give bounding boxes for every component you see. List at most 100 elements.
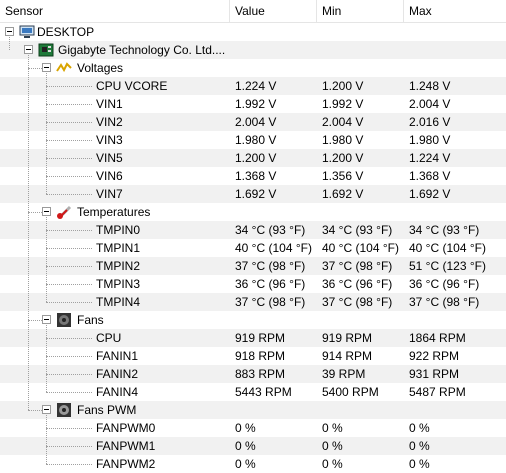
sensor-label: FANPWM0 [96, 421, 156, 435]
column-header-value[interactable]: Value [230, 0, 317, 22]
cell-min: 1.200 V [322, 79, 364, 93]
group-label: Fans [77, 313, 104, 327]
sensor-label: TMPIN2 [96, 259, 141, 273]
cell-max: 2.004 V [409, 97, 451, 111]
cell-min: 0 % [322, 457, 343, 471]
cell-min: 0 % [322, 421, 343, 435]
cell-max: 2.016 V [409, 115, 451, 129]
fan-pwm-icon [56, 403, 72, 417]
sensor-label: FANIN2 [96, 367, 139, 381]
voltage-icon [56, 61, 72, 75]
cell-value: 1.368 V [235, 169, 277, 183]
tree-guide-line [46, 392, 92, 393]
cell-max: 1.692 V [409, 187, 451, 201]
cell-max: 51 °C (123 °F) [409, 259, 486, 273]
tree-guide-line [28, 320, 42, 321]
cell-value: 5443 RPM [235, 385, 292, 399]
cell-value: 37 °C (98 °F) [235, 259, 306, 273]
cell-min: 1.356 V [322, 169, 364, 183]
cell-max: 922 RPM [409, 349, 460, 363]
tree-node-desktop[interactable]: DESKTOP [0, 23, 506, 41]
collapse-toggle-icon[interactable] [5, 27, 14, 36]
sensor-label: VIN5 [96, 151, 123, 165]
cell-max: 36 °C (96 °F) [409, 277, 480, 291]
collapse-toggle-icon[interactable] [42, 405, 51, 414]
cell-min: 36 °C (96 °F) [322, 277, 393, 291]
sensor-label: VIN3 [96, 133, 123, 147]
sensor-label: TMPIN4 [96, 295, 141, 309]
sensor-label: FANPWM2 [96, 457, 156, 471]
tree-guide-line [46, 194, 92, 195]
board-label: Gigabyte Technology Co. Ltd.... [58, 43, 226, 57]
tree-guide-line [46, 284, 92, 285]
tree-guide-line [46, 122, 92, 123]
cell-value: 1.224 V [235, 79, 277, 93]
tree-node-board[interactable]: Gigabyte Technology Co. Ltd.... [0, 41, 506, 59]
cell-max: 1.980 V [409, 133, 451, 147]
collapse-toggle-icon[interactable] [42, 207, 51, 216]
thermometer-icon [56, 205, 72, 219]
cell-value: 1.992 V [235, 97, 277, 111]
tree-guide-line [46, 158, 92, 159]
tree-guide-line [46, 176, 92, 177]
column-header-min[interactable]: Min [317, 0, 404, 22]
cell-value: 37 °C (98 °F) [235, 295, 306, 309]
tree-guide-line [46, 374, 92, 375]
cell-max: 1.248 V [409, 79, 451, 93]
column-header: Sensor Value Min Max [0, 0, 506, 23]
cell-value: 36 °C (96 °F) [235, 277, 306, 291]
group-label: Fans PWM [77, 403, 137, 417]
cell-value: 1.200 V [235, 151, 277, 165]
cell-max: 0 % [409, 421, 430, 435]
tree-guide-line [28, 410, 42, 411]
cell-min: 37 °C (98 °F) [322, 259, 393, 273]
sensor-label: VIN2 [96, 115, 123, 129]
tree-node-group[interactable]: Fans PWM [0, 401, 506, 419]
cell-value: 919 RPM [235, 331, 286, 345]
tree-guide-line [28, 68, 42, 69]
sensor-label: FANIN4 [96, 385, 139, 399]
sensor-label: VIN1 [96, 97, 123, 111]
collapse-toggle-icon[interactable] [24, 45, 33, 54]
cell-max: 931 RPM [409, 367, 460, 381]
cell-value: 918 RPM [235, 349, 286, 363]
cell-value: 40 °C (104 °F) [235, 241, 312, 255]
sensor-label: TMPIN3 [96, 277, 141, 291]
cell-max: 5487 RPM [409, 385, 466, 399]
cell-max: 1.368 V [409, 169, 451, 183]
tree-node-group[interactable]: Fans [0, 311, 506, 329]
cell-min: 914 RPM [322, 349, 373, 363]
tree-guide-line [46, 302, 92, 303]
cell-min: 1.200 V [322, 151, 364, 165]
cell-max: 1864 RPM [409, 331, 466, 345]
sensor-label: TMPIN0 [96, 223, 141, 237]
column-header-max[interactable]: Max [404, 0, 506, 22]
cell-value: 0 % [235, 439, 256, 453]
desktop-label: DESKTOP [37, 25, 95, 39]
tree-node-group[interactable]: Voltages [0, 59, 506, 77]
column-header-sensor[interactable]: Sensor [0, 0, 230, 22]
tree-guide-line [46, 356, 92, 357]
group-label: Temperatures [77, 205, 151, 219]
sensor-label: FANIN1 [96, 349, 139, 363]
tree-guide-line [46, 248, 92, 249]
sensor-label: VIN6 [96, 169, 123, 183]
tree-node-group[interactable]: Temperatures [0, 203, 506, 221]
cell-max: 1.224 V [409, 151, 451, 165]
cell-value: 34 °C (93 °F) [235, 223, 306, 237]
collapse-toggle-icon[interactable] [42, 315, 51, 324]
cell-min: 1.980 V [322, 133, 364, 147]
cell-max: 40 °C (104 °F) [409, 241, 486, 255]
sensor-label: CPU [96, 331, 122, 345]
computer-icon [19, 25, 35, 39]
tree-guide-line [46, 428, 92, 429]
sensor-label: TMPIN1 [96, 241, 141, 255]
cell-value: 0 % [235, 421, 256, 435]
tree-guide-line [46, 325, 47, 392]
cell-min: 1.692 V [322, 187, 364, 201]
cell-max: 37 °C (98 °F) [409, 295, 480, 309]
tree-guide-line [46, 104, 92, 105]
collapse-toggle-icon[interactable] [42, 63, 51, 72]
cell-value: 0 % [235, 457, 256, 471]
cell-min: 37 °C (98 °F) [322, 295, 393, 309]
